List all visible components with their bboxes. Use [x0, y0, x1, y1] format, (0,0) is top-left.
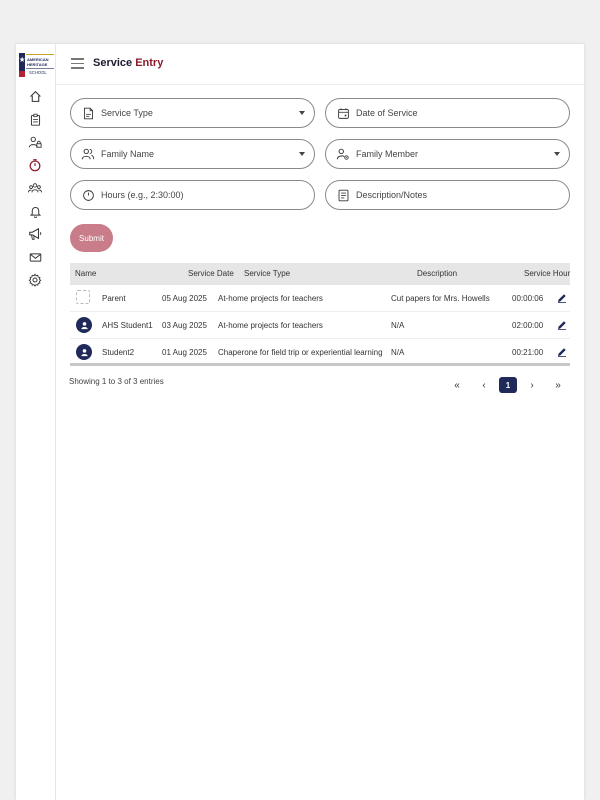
cell-name: Student2 — [102, 348, 135, 357]
table-header: Name Service Date Service Type Descripti… — [70, 263, 570, 285]
megaphone-icon[interactable] — [27, 226, 43, 242]
avatar — [76, 344, 92, 360]
sidebar: AMERICAN HERITAGE SCHOOL — [16, 44, 56, 800]
top-header: Service Entry — [56, 44, 584, 85]
cell-type: Chaperone for field trip or experiential… — [218, 348, 383, 357]
description-placeholder: Description/Notes — [356, 190, 428, 200]
hours-placeholder: Hours (e.g., 2:30:00) — [101, 190, 184, 200]
clock-icon — [81, 188, 95, 202]
submit-button[interactable]: Submit — [70, 224, 113, 252]
family-member-select[interactable]: Family Member — [325, 139, 570, 169]
page-title-main: Service — [93, 57, 136, 69]
hamburger-menu-icon[interactable] — [71, 58, 84, 70]
cell-type: At-home projects for teachers — [218, 294, 323, 303]
service-type-label: Service Type — [101, 108, 153, 118]
cell-name: AHS Student1 — [102, 321, 153, 330]
family-name-select[interactable]: Family Name — [70, 139, 315, 169]
app-window: AMERICAN HERITAGE SCHOOL Service Entry S… — [16, 44, 584, 800]
clipboard-icon[interactable] — [27, 111, 43, 127]
pagination-last[interactable]: » — [549, 377, 567, 393]
entries-summary: Showing 1 to 3 of 3 entries — [69, 377, 164, 386]
user-settings-icon — [336, 147, 350, 161]
users-lock-icon[interactable] — [27, 134, 43, 150]
column-header-name[interactable]: Name — [75, 269, 96, 278]
service-table: Name Service Date Service Type Descripti… — [70, 263, 570, 366]
edit-icon[interactable] — [557, 320, 567, 330]
family-name-label: Family Name — [101, 149, 155, 159]
date-of-service-input[interactable]: Date of Service — [325, 98, 570, 128]
hours-input[interactable]: Hours (e.g., 2:30:00) — [70, 180, 315, 210]
broken-image-icon — [76, 290, 90, 304]
chevron-down-icon — [554, 152, 560, 156]
cell-hours: 00:21:00 — [512, 348, 544, 357]
community-icon[interactable] — [27, 180, 43, 196]
date-of-service-label: Date of Service — [356, 108, 418, 118]
cell-date: 03 Aug 2025 — [162, 321, 207, 330]
logo-text-3: SCHOOL — [29, 70, 47, 75]
cell-description: N/A — [391, 348, 405, 357]
timer-icon[interactable] — [27, 157, 43, 173]
description-input[interactable]: Description/Notes — [325, 180, 570, 210]
chevron-down-icon — [299, 152, 305, 156]
cell-name: Parent — [102, 294, 126, 303]
document-icon — [81, 106, 95, 120]
settings-icon[interactable] — [27, 272, 43, 288]
column-header-description[interactable]: Description — [417, 269, 457, 278]
edit-icon[interactable] — [557, 347, 567, 357]
home-icon[interactable] — [27, 88, 43, 104]
page-title-accent: Entry — [135, 57, 164, 69]
calendar-icon — [336, 106, 350, 120]
cell-hours: 00:00:06 — [512, 294, 544, 303]
service-type-select[interactable]: Service Type — [70, 98, 315, 128]
avatar — [76, 317, 92, 333]
column-header-service-type[interactable]: Service Type — [244, 269, 290, 278]
user-icon — [80, 348, 88, 356]
page-title: Service Entry — [93, 57, 163, 69]
pagination-first[interactable]: « — [448, 377, 466, 393]
cell-description: N/A — [391, 321, 405, 330]
users-icon — [81, 147, 95, 161]
column-header-service-hour[interactable]: Service Hour — [524, 269, 570, 278]
notes-icon — [336, 188, 350, 202]
cell-date: 05 Aug 2025 — [162, 294, 207, 303]
mail-icon[interactable] — [27, 249, 43, 265]
pagination-prev[interactable]: ‹ — [475, 377, 493, 393]
cell-type: At-home projects for teachers — [218, 321, 323, 330]
school-logo[interactable]: AMERICAN HERITAGE SCHOOL — [19, 53, 55, 77]
cell-hours: 02:00:00 — [512, 321, 544, 330]
logo-text-2: HERITAGE — [27, 62, 48, 67]
table-row[interactable]: Parent 05 Aug 2025 At-home projects for … — [70, 285, 570, 312]
bell-icon[interactable] — [27, 203, 43, 219]
cell-date: 01 Aug 2025 — [162, 348, 207, 357]
cell-description: Cut papers for Mrs. Howells — [391, 294, 490, 303]
user-icon — [80, 321, 88, 329]
table-row[interactable]: Student2 01 Aug 2025 Chaperone for field… — [70, 339, 570, 366]
pagination-next[interactable]: › — [523, 377, 541, 393]
edit-icon[interactable] — [557, 293, 567, 303]
pagination-page-1[interactable]: 1 — [499, 377, 517, 393]
family-member-label: Family Member — [356, 149, 419, 159]
table-row[interactable]: AHS Student1 03 Aug 2025 At-home project… — [70, 312, 570, 339]
chevron-down-icon — [299, 111, 305, 115]
column-header-service-date[interactable]: Service Date — [188, 269, 234, 278]
